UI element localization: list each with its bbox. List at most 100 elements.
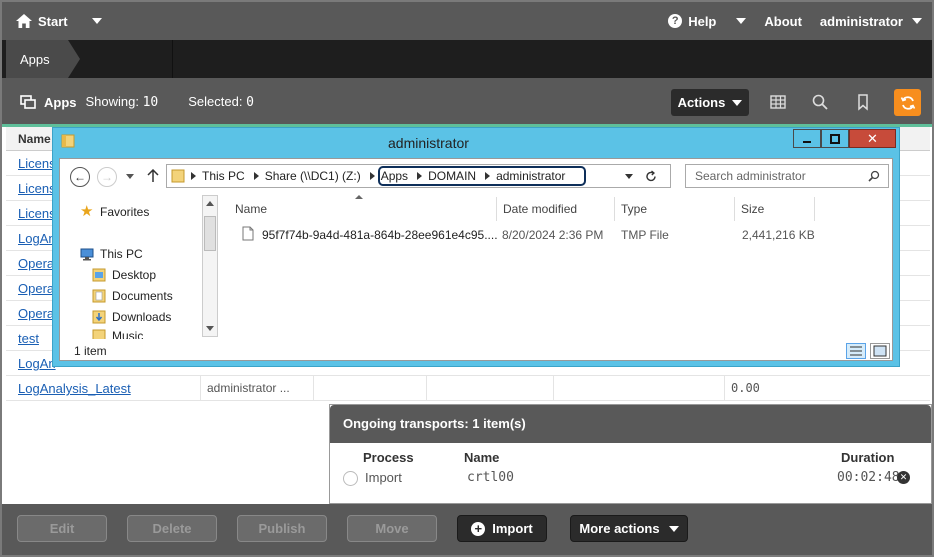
about-link[interactable]: About xyxy=(764,14,802,29)
process-column-header: Process xyxy=(363,450,414,465)
refresh-icon xyxy=(900,95,915,110)
file-type: TMP File xyxy=(621,228,669,242)
move-button[interactable]: Move xyxy=(347,515,437,542)
cancel-transport-icon[interactable]: ✕ xyxy=(897,471,910,484)
transports-header[interactable]: Ongoing transports: 1 item(s) xyxy=(330,405,931,443)
transport-duration: 00:02:48 xyxy=(837,470,900,485)
more-actions-button[interactable]: More actions xyxy=(570,515,688,542)
help-icon: ? xyxy=(668,14,683,28)
explorer-title: administrator xyxy=(388,135,469,151)
selected-value: 0 xyxy=(246,95,254,110)
file-size: 2,441,216 KB xyxy=(742,228,815,242)
breadcrumb-apps-label: Apps xyxy=(20,51,50,67)
empty-cell xyxy=(313,376,426,401)
breadcrumb-apps[interactable]: Apps xyxy=(6,40,80,78)
file-icon xyxy=(242,226,254,241)
help-label: Help xyxy=(688,13,717,29)
nav-music[interactable]: Music xyxy=(92,329,143,339)
app-name-link[interactable]: Opera xyxy=(18,306,54,321)
bookmark-icon[interactable] xyxy=(854,93,872,111)
breadcrumb-separator-icon xyxy=(369,172,375,180)
app-name-link[interactable]: Licens xyxy=(18,206,56,221)
app-name-link[interactable]: LogAn xyxy=(18,231,56,246)
column-header-name[interactable]: Name xyxy=(229,197,497,221)
publish-button[interactable]: Publish xyxy=(237,515,327,542)
minimize-button[interactable] xyxy=(793,129,821,148)
item-count: 1 item xyxy=(74,344,107,358)
refresh-icon[interactable] xyxy=(645,170,657,183)
delete-button[interactable]: Delete xyxy=(127,515,217,542)
large-icons-view-button[interactable] xyxy=(870,343,890,359)
table-row[interactable]: LogAnalysis_Latest administrator ... 0.0… xyxy=(6,376,930,401)
up-arrow-icon[interactable] xyxy=(147,169,159,183)
app-name-link[interactable]: test xyxy=(18,331,39,346)
import-label: Import xyxy=(492,521,533,536)
user-menu[interactable]: administrator xyxy=(820,14,922,29)
empty-cell xyxy=(426,376,553,401)
app-name-link[interactable]: Opera xyxy=(18,281,54,296)
explorer-title-bar[interactable]: administrator ✕ xyxy=(53,128,899,156)
recent-locations-chevron-icon[interactable] xyxy=(126,174,134,179)
app-name-link[interactable]: Opera xyxy=(18,256,54,271)
address-share[interactable]: Share (\\DC1) (Z:) xyxy=(265,169,361,183)
details-view-button[interactable] xyxy=(846,343,866,359)
progress-spinner-icon xyxy=(343,471,358,486)
app-name-link[interactable]: LogAnalysis_Latest xyxy=(18,381,131,396)
minimize-icon xyxy=(803,140,811,143)
maximize-button[interactable] xyxy=(821,129,849,148)
column-header-size[interactable]: Size xyxy=(735,197,815,221)
forward-button[interactable]: → xyxy=(97,167,117,187)
address-this-pc[interactable]: This PC xyxy=(202,169,245,183)
address-dropdown-chevron-icon[interactable] xyxy=(625,174,633,179)
scroll-down-icon[interactable] xyxy=(206,326,214,331)
explorer-content: ← → This PC Share (\\DC1) (Z:) Apps DOMA… xyxy=(59,158,893,361)
breadcrumb-empty-segment xyxy=(68,40,173,78)
nav-documents[interactable]: Documents xyxy=(92,289,173,303)
actions-label: Actions xyxy=(677,95,726,110)
search-icon[interactable] xyxy=(811,93,829,111)
folder-icon xyxy=(92,310,106,324)
breadcrumb: Apps xyxy=(2,40,932,78)
apps-icon xyxy=(20,95,36,109)
nav-desktop[interactable]: Desktop xyxy=(92,268,156,282)
folder-icon xyxy=(171,169,185,183)
close-button[interactable]: ✕ xyxy=(849,129,896,148)
name-column-header: Name xyxy=(464,450,500,465)
scroll-up-icon[interactable] xyxy=(206,201,214,206)
address-row: ← → This PC Share (\\DC1) (Z:) Apps DOMA… xyxy=(60,159,892,195)
app-name-link[interactable]: LogAn xyxy=(18,356,56,371)
actions-button[interactable]: Actions xyxy=(671,89,749,116)
nav-downloads[interactable]: Downloads xyxy=(92,310,171,324)
nav-favorites[interactable]: ★ Favorites xyxy=(80,204,149,219)
breadcrumb-separator-icon xyxy=(253,172,259,180)
sync-button[interactable] xyxy=(894,89,921,116)
nav-downloads-label: Downloads xyxy=(112,310,172,324)
maximize-icon xyxy=(830,133,840,144)
table-view-icon[interactable] xyxy=(769,93,787,111)
column-header-date[interactable]: Date modified xyxy=(497,197,615,221)
transport-process: Import xyxy=(365,470,402,485)
import-button[interactable]: + Import xyxy=(457,515,547,542)
navigation-pane: ★ Favorites This PC Desktop Documents Do… xyxy=(60,195,225,345)
home-icon xyxy=(16,14,32,28)
nav-this-pc-label: This PC xyxy=(100,247,143,261)
start-menu[interactable]: Start xyxy=(16,14,102,29)
app-name-link[interactable]: Licens xyxy=(18,156,56,171)
close-icon: ✕ xyxy=(867,130,878,146)
explorer-search-input[interactable]: Search administrator xyxy=(685,164,889,188)
file-row[interactable]: 95f7f74b-9a4d-481a-864b-28ee961e4c95....… xyxy=(225,225,825,247)
folder-icon xyxy=(61,134,75,148)
edit-button[interactable]: Edit xyxy=(17,515,107,542)
address-highlight-box xyxy=(378,166,586,186)
column-header-type[interactable]: Type xyxy=(615,197,735,221)
scrollbar-thumb[interactable] xyxy=(204,216,216,251)
duration-column-header: Duration xyxy=(841,450,895,465)
address-bar[interactable]: This PC Share (\\DC1) (Z:) Apps DOMAIN a… xyxy=(166,164,671,188)
help-menu[interactable]: ? Help xyxy=(668,13,747,29)
nav-this-pc[interactable]: This PC xyxy=(80,247,143,261)
more-actions-label: More actions xyxy=(579,521,660,536)
back-button[interactable]: ← xyxy=(70,167,90,187)
start-label: Start xyxy=(38,13,68,29)
app-name-link[interactable]: Licens xyxy=(18,181,56,196)
nav-pane-scrollbar[interactable] xyxy=(202,195,218,337)
